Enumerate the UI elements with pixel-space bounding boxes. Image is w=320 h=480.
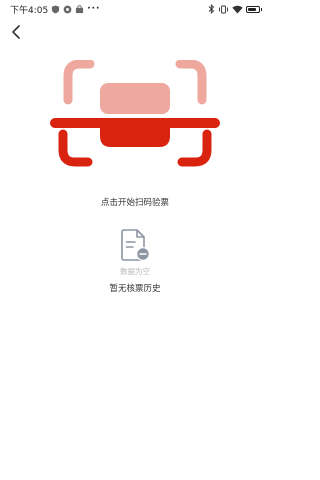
status-left: 下午4:05 ··· — [10, 3, 100, 16]
status-right — [208, 4, 262, 14]
status-more-dots: ··· — [87, 4, 101, 14]
bag-icon — [75, 4, 84, 14]
scan-corner-top-left — [63, 59, 95, 105]
chevron-left-icon — [12, 25, 20, 39]
status-bar: 下午4:05 ··· — [0, 0, 270, 18]
battery-tip — [260, 7, 262, 11]
wifi-icon — [231, 5, 243, 14]
badge-icon — [63, 5, 72, 14]
vibrate-icon — [218, 5, 229, 14]
scan-corner-bottom-left — [58, 129, 93, 167]
shield-icon — [51, 4, 60, 14]
battery-icon — [245, 5, 262, 13]
scan-button[interactable] — [50, 59, 220, 175]
status-time: 下午4:05 — [10, 5, 49, 16]
ticket-bottom — [100, 128, 170, 147]
document-remove-icon — [118, 229, 151, 263]
scan-line — [50, 118, 220, 128]
scan-corner-top-right — [175, 59, 207, 105]
empty-text: 数据为空 — [120, 267, 150, 276]
scan-icon — [50, 59, 220, 167]
scan-caption: 点击开始扫码验票 — [100, 198, 169, 208]
ticket-top — [100, 83, 170, 114]
history-label: 暂无核票历史 — [109, 284, 161, 294]
battery-body — [245, 5, 260, 13]
scan-corner-bottom-right — [177, 129, 212, 167]
battery-fill — [247, 7, 256, 11]
bluetooth-icon — [208, 4, 215, 14]
back-button[interactable] — [8, 22, 24, 42]
